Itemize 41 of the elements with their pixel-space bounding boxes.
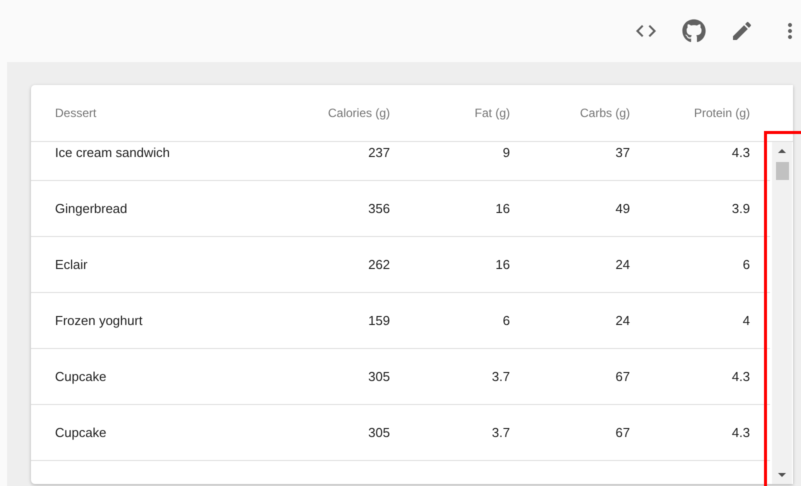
table-cell-text: 24 [614,257,630,272]
table-cell-text: 37 [614,145,630,160]
table-cell-text: 4.3 [730,145,750,160]
scroll-thumb[interactable] [776,162,788,180]
table-cell-text: 16 [494,201,510,216]
scroll-up-icon[interactable] [778,149,786,153]
scrollbar[interactable] [772,142,792,484]
table-cell-text: 67 [614,369,630,384]
column-header[interactable]: Protein (g) [630,106,750,120]
table-cell-text: 356 [367,201,390,216]
table-cell-text: 262 [367,257,390,272]
table-cell-text: 9 [502,145,510,160]
column-header[interactable]: Fat (g) [390,106,510,120]
table-cell-text: 3.9 [730,201,750,216]
table-cell-text: Cupcake [55,369,108,384]
table-cell-text: Gingerbread [55,201,128,216]
table-cell-text: 67 [614,425,630,440]
column-header[interactable]: Carbs (g) [510,106,630,120]
table-cell-text: 237 [367,145,390,160]
column-header[interactable]: Calories (g) [270,106,390,120]
table-cell-text: 6 [742,257,750,272]
table-cell-text: Eclair [55,257,89,272]
table-cell-text: Ice cream sandwich [55,145,171,160]
table-cell-text: Cupcake [55,425,108,440]
table-cell-text: 24 [614,313,630,328]
edit-icon[interactable] [730,19,754,43]
table-cell-text: 49 [614,201,630,216]
table-cell-text: 3.7 [490,425,510,440]
table-cell-text: 4 [742,313,750,328]
table-cell-text: 305 [367,369,390,384]
table-cell-text: 159 [367,313,390,328]
table-cell-text: 6 [502,313,510,328]
table-cell-text: 16 [494,257,510,272]
table-cell-text: 3.7 [490,369,510,384]
table-cell-text: Frozen yoghurt [55,313,144,328]
table-cell-text: 4.3 [730,369,750,384]
github-icon[interactable] [682,19,706,43]
column-header[interactable]: Dessert [55,106,270,120]
table-cell-text: 305 [367,425,390,440]
table-cell-text: 4.3 [730,425,750,440]
scroll-down-icon[interactable] [778,473,786,477]
